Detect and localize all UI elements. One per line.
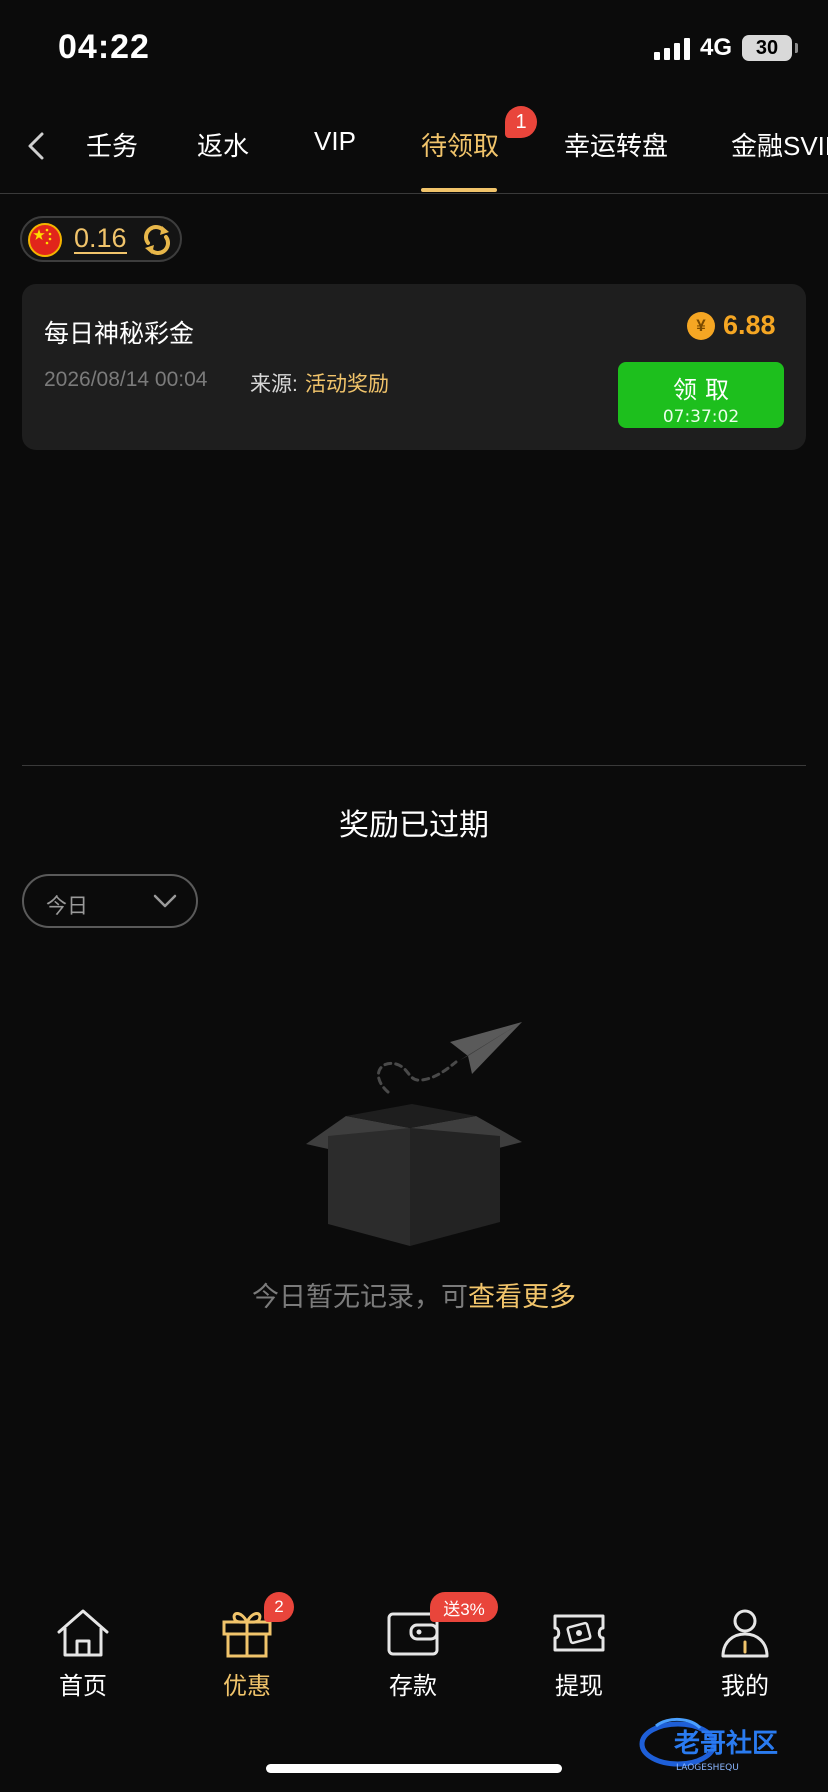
withdraw-icon [553,1614,605,1652]
network-type: 4G [699,34,732,61]
tab-rebate[interactable]: 返水 [197,126,249,163]
reward-amount: 6.88 [723,310,776,340]
watermark-logo: 老哥社区 LAOGESHEQU [639,1718,778,1773]
nav-deposit-label: 存款 [389,1673,437,1700]
nav-deposit-badge: 送3% [430,1592,498,1622]
nav-withdraw-label: 提现 [555,1673,603,1700]
status-indicators: 4G 30 [653,34,798,62]
nav-home-label: 首页 [59,1673,107,1700]
reward-source-label: 来源: [250,373,298,396]
tab-vip[interactable]: VIP [314,126,356,157]
refresh-icon[interactable] [140,223,174,257]
yuan-coin-icon: ¥ [687,312,715,340]
section-divider [22,765,806,766]
claim-button[interactable]: 领取 07:37:02 [618,362,784,428]
tab-bar: 壬务 返水 VIP 待领取 幸运转盘 金融SVIP 1 [0,96,828,194]
claim-button-label: 领取 [673,377,737,404]
nav-deposit[interactable]: 存款 送3% [358,1592,498,1701]
reward-source: 活动奖励 [305,373,389,396]
view-more-link[interactable]: 查看更多 [468,1282,576,1312]
nav-home[interactable]: 首页 [28,1608,138,1701]
date-filter-select[interactable]: 今日 [22,874,198,928]
balance-pill[interactable]: 0.16 [20,216,182,262]
balance-value: 0.16 [74,223,127,254]
tab-pending[interactable]: 待领取 [421,126,499,163]
status-time: 04:22 [58,28,150,66]
reward-date: 2026/08/14 00:04 [44,368,208,391]
nav-promotions-badge: 2 [264,1592,294,1622]
profile-icon [721,1609,769,1658]
nav-profile-label: 我的 [721,1673,769,1700]
tab-finance-svip[interactable]: 金融SVIP [731,126,828,163]
date-filter-value: 今日 [46,895,88,918]
expired-section-title: 奖励已过期 [339,809,489,842]
active-tab-indicator [421,188,497,192]
nav-promotions[interactable]: 优惠 2 [192,1592,302,1701]
tab-pending-badge: 1 [505,106,537,138]
home-icon [57,1609,109,1657]
claim-countdown: 07:37:02 [662,407,740,427]
battery-level: 30 [755,36,779,59]
signal-icon [653,36,690,60]
empty-state-message: 今日暂无记录，可 [252,1282,468,1312]
home-indicator [266,1764,562,1773]
reward-card: 每日神秘彩金 ¥ 6.88 2026/08/14 00:04 来源: 活动奖励 … [22,284,806,450]
nav-promotions-label: 优惠 [223,1673,271,1700]
watermark-subtext: LAOGESHEQU [676,1763,739,1773]
reward-title: 每日神秘彩金 [44,320,195,348]
empty-state-text: 今日暂无记录，可查看更多 [0,1275,828,1314]
back-arrow-icon[interactable] [16,126,56,166]
tab-lucky-wheel[interactable]: 幸运转盘 [564,126,668,163]
empty-box-icon [306,1022,522,1246]
chevron-down-icon [153,894,177,908]
china-flag-icon [28,223,62,257]
battery-icon: 30 [742,35,798,61]
watermark-text: 老哥社区 [674,1728,778,1759]
tab-tasks[interactable]: 壬务 [86,126,138,163]
nav-profile[interactable]: 我的 [690,1608,800,1701]
nav-withdraw[interactable]: 提现 [524,1608,634,1701]
